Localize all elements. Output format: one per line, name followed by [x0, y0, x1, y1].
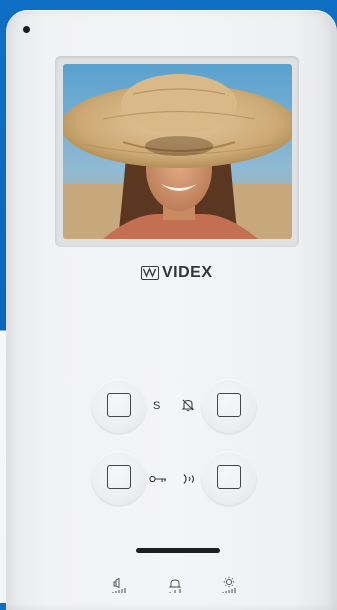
handset-grip — [136, 548, 220, 553]
brightness-icon — [220, 576, 238, 594]
video-display — [63, 64, 292, 239]
videx-logo-icon — [141, 266, 159, 280]
monitor-button-top-right[interactable] — [202, 379, 256, 433]
button-square — [217, 465, 241, 489]
speaker-volume-icon — [110, 578, 128, 594]
video-feed-image — [63, 64, 292, 239]
button-square — [107, 393, 131, 417]
button-square — [107, 465, 131, 489]
camera-sensor — [23, 26, 30, 33]
bell-volume-icon — [167, 578, 183, 594]
brand-logo: VIDEX — [141, 264, 213, 282]
videx-monitor: VIDEX S — [6, 10, 337, 610]
screen-bezel — [55, 56, 299, 247]
monitor-button-bottom-left[interactable] — [92, 451, 146, 505]
key-icon — [149, 474, 167, 487]
brand-name: VIDEX — [162, 264, 213, 281]
monitor-button-bottom-right[interactable] — [202, 451, 256, 505]
s-label: S — [153, 400, 161, 412]
monitor-button-top-left[interactable] — [92, 379, 146, 433]
audio-icon — [182, 473, 196, 488]
button-square — [217, 393, 241, 417]
bell-off-icon — [181, 398, 195, 415]
